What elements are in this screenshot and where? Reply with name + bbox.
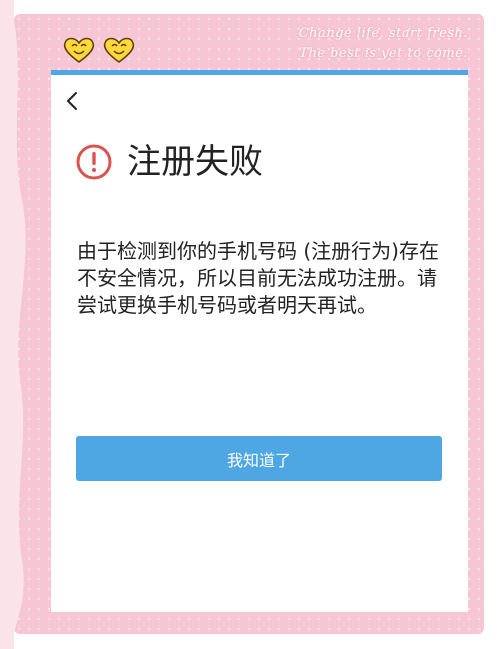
smiley-heart-icon [63, 37, 95, 63]
registration-failed-screen: 注册失败 由于检测到你的手机号码 (注册行为)存在不安全情况，所以目前无法成功注… [51, 70, 468, 612]
confirm-button[interactable]: 我知道了 [76, 436, 442, 481]
error-message: 由于检测到你的手机号码 (注册行为)存在不安全情况，所以目前无法成功注册。请尝试… [77, 239, 439, 317]
slogan-line-1: Change life, start fresh. [298, 26, 468, 41]
smiley-heart-icon [103, 37, 135, 63]
exclamation-circle-icon [76, 144, 112, 180]
title-row: 注册失败 [75, 142, 263, 182]
slogan-line-2: The best is yet to come. [299, 46, 468, 61]
chevron-left-icon[interactable] [65, 90, 79, 112]
top-accent-bar [51, 70, 468, 75]
page-title: 注册失败 [127, 142, 263, 182]
